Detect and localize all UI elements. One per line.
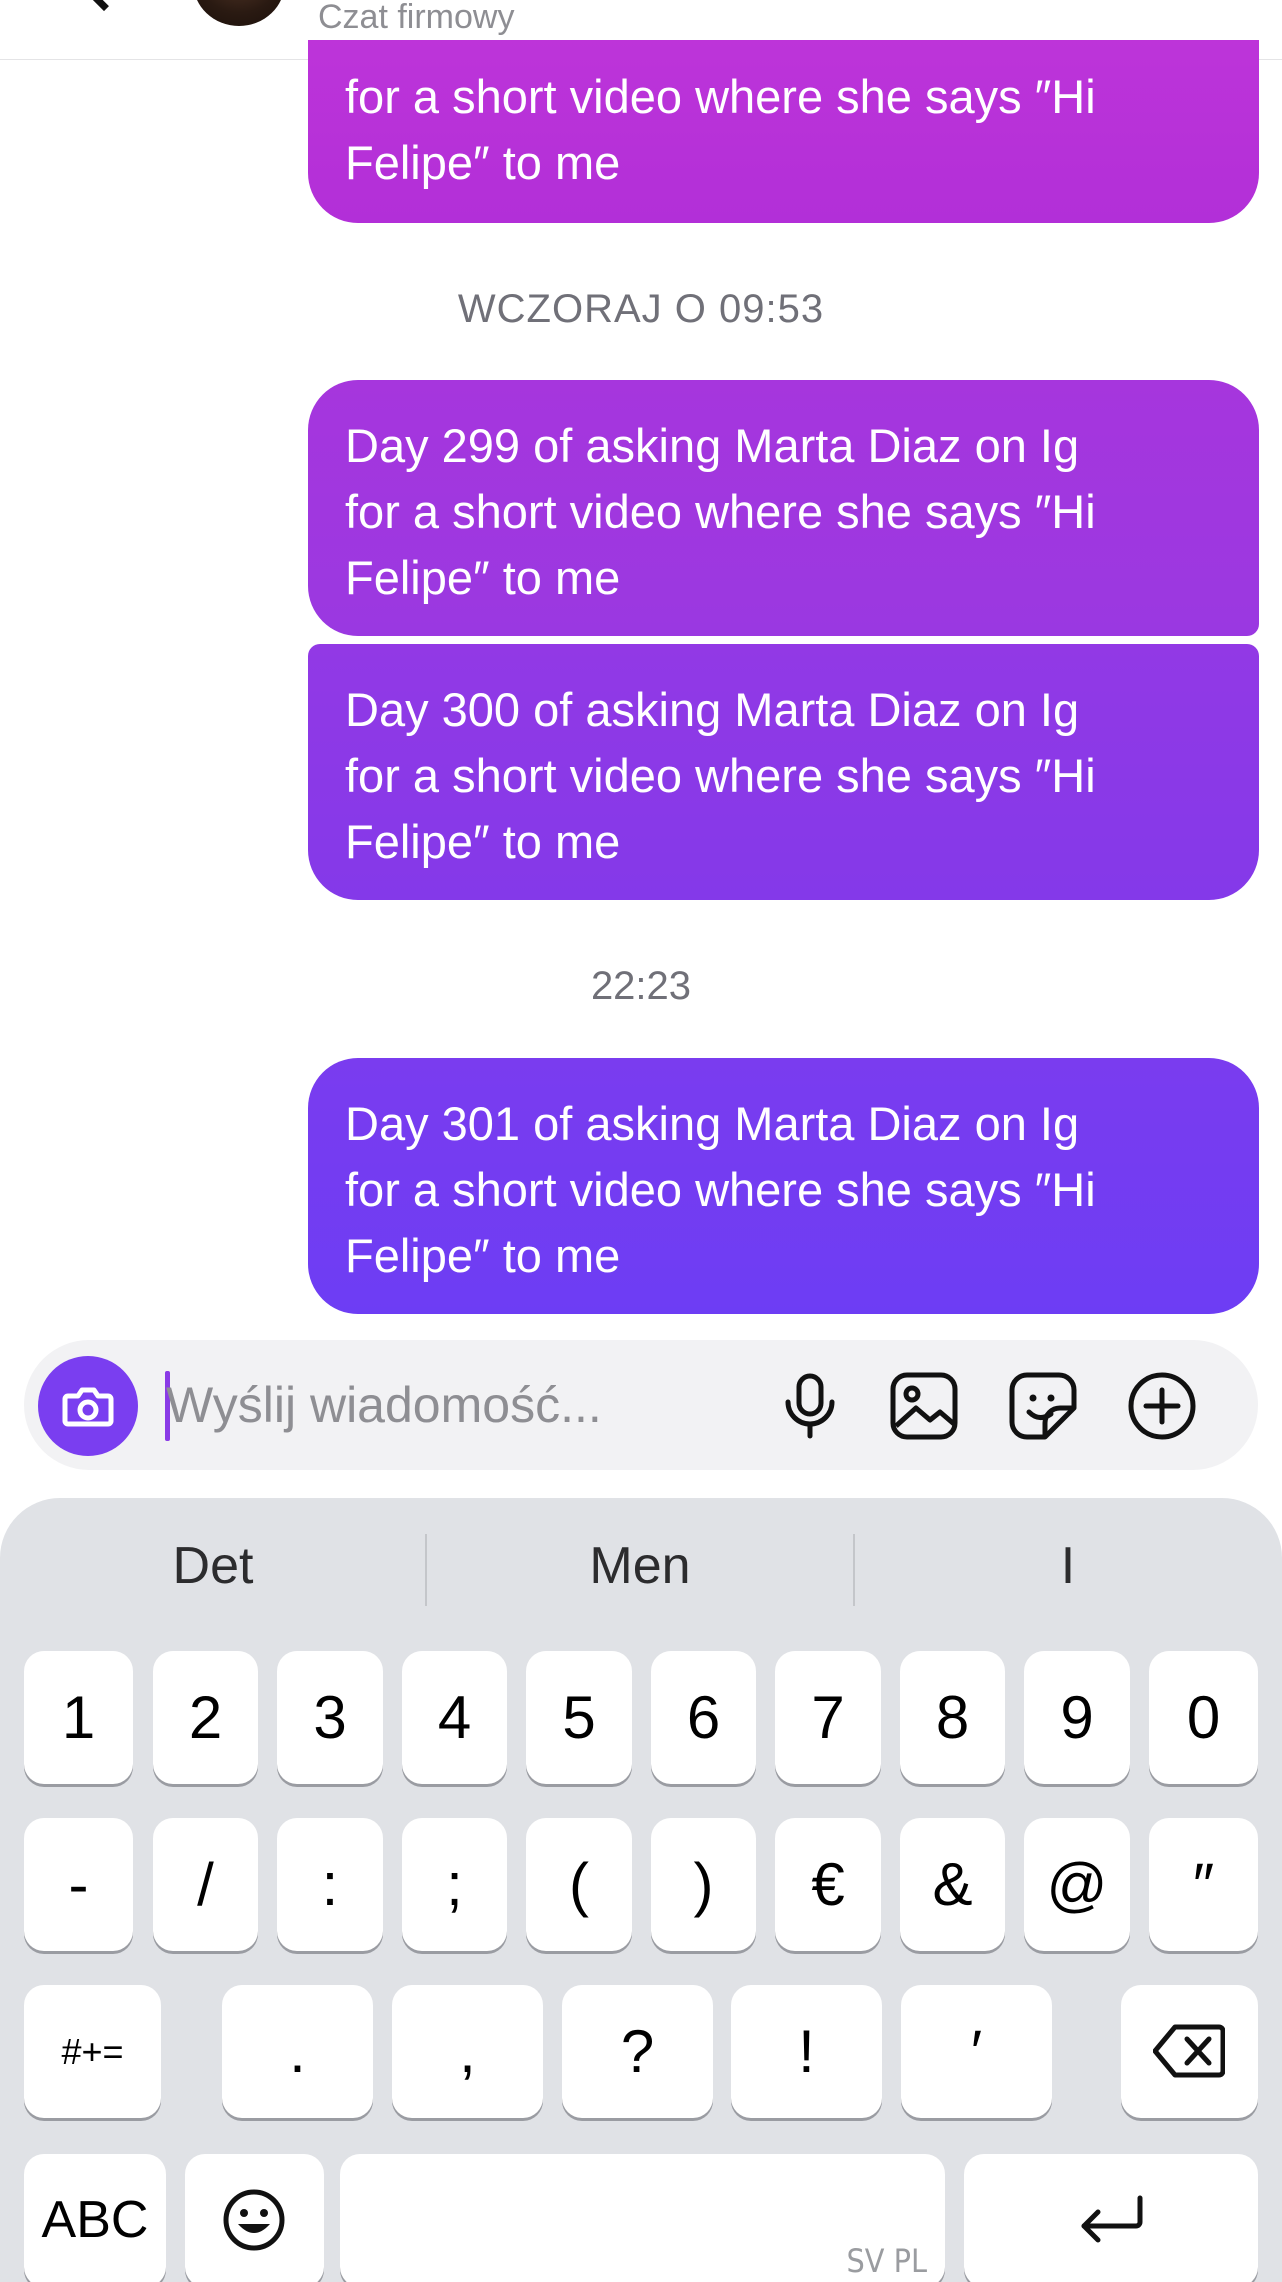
key[interactable]: ″ [1149, 1818, 1258, 1951]
camera-icon [62, 1387, 114, 1427]
chat-subtitle: Czat firmowy [318, 0, 515, 36]
keyboard-language-label: SV PL [846, 2242, 928, 2280]
message-input[interactable] [166, 1368, 626, 1442]
key[interactable]: ? [562, 1985, 713, 2118]
key[interactable]: ) [651, 1818, 756, 1951]
key[interactable]: 9 [1024, 1651, 1130, 1784]
key[interactable]: 8 [900, 1651, 1005, 1784]
key[interactable]: € [775, 1818, 881, 1951]
suggestion-item[interactable]: Det [0, 1530, 426, 1602]
message-text: Day 299 of asking Marta Diaz on Ig for a… [345, 419, 1096, 604]
key[interactable]: 3 [277, 1651, 383, 1784]
keyboard: Det Men I 1 2 3 4 5 6 7 8 9 0 - / : ; ( … [0, 1498, 1282, 2282]
key[interactable]: 0 [1149, 1651, 1258, 1784]
microphone-icon[interactable] [774, 1370, 846, 1442]
key[interactable]: ( [526, 1818, 632, 1951]
sticker-icon[interactable] [1007, 1370, 1079, 1442]
key[interactable]: 7 [775, 1651, 881, 1784]
backspace-key[interactable] [1121, 1985, 1258, 2118]
chat-screen: Czat firmowy for a short video where she… [0, 0, 1282, 2282]
key[interactable]: , [392, 1985, 543, 2118]
key[interactable]: ′ [901, 1985, 1052, 2118]
gallery-icon[interactable] [888, 1370, 960, 1442]
message-bubble[interactable]: Day 301 of asking Marta Diaz on Ig for a… [308, 1058, 1259, 1314]
key[interactable]: . [222, 1985, 373, 2118]
timestamp: WCZORAJ O 09:53 [457, 287, 825, 331]
key[interactable]: 5 [526, 1651, 632, 1784]
plus-icon[interactable] [1126, 1370, 1198, 1442]
space-key[interactable]: SV PL [340, 2154, 945, 2282]
key[interactable]: 4 [402, 1651, 507, 1784]
key[interactable]: & [900, 1818, 1005, 1951]
key[interactable]: 6 [651, 1651, 756, 1784]
key[interactable]: : [277, 1818, 383, 1951]
camera-button[interactable] [38, 1356, 138, 1456]
avatar[interactable] [193, 0, 285, 26]
message-text: Day 301 of asking Marta Diaz on Ig for a… [345, 1097, 1096, 1282]
emoji-icon [223, 2189, 285, 2251]
message-bubble[interactable]: for a short video where she says ″Hi Fel… [308, 40, 1259, 223]
message-text: for a short video where she says ″Hi Fel… [345, 70, 1096, 189]
key[interactable]: - [24, 1818, 133, 1951]
timestamp: 22:23 [590, 964, 692, 1008]
emoji-key[interactable] [185, 2154, 324, 2282]
suggestion-item[interactable]: I [854, 1530, 1282, 1602]
key[interactable]: 1 [24, 1651, 133, 1784]
suggestion-divider [853, 1534, 855, 1606]
suggestion-bar: Det Men I [0, 1530, 1282, 1602]
key[interactable]: 2 [153, 1651, 258, 1784]
message-text: Day 300 of asking Marta Diaz on Ig for a… [345, 683, 1096, 868]
backspace-icon [1153, 2024, 1225, 2078]
key[interactable]: ! [731, 1985, 882, 2118]
key[interactable]: ; [402, 1818, 507, 1951]
key[interactable]: @ [1024, 1818, 1130, 1951]
message-bubble[interactable]: Day 300 of asking Marta Diaz on Ig for a… [308, 644, 1259, 900]
message-composer [24, 1340, 1258, 1470]
return-key[interactable] [964, 2154, 1258, 2282]
back-chevron-icon[interactable] [72, 0, 136, 12]
symbols-key[interactable]: #+= [24, 1985, 161, 2118]
suggestion-item[interactable]: Men [426, 1530, 854, 1602]
message-bubble[interactable]: Day 299 of asking Marta Diaz on Ig for a… [308, 380, 1259, 636]
key[interactable]: / [153, 1818, 258, 1951]
abc-key[interactable]: ABC [24, 2154, 166, 2282]
suggestion-divider [425, 1534, 427, 1606]
return-icon [1081, 2195, 1143, 2243]
